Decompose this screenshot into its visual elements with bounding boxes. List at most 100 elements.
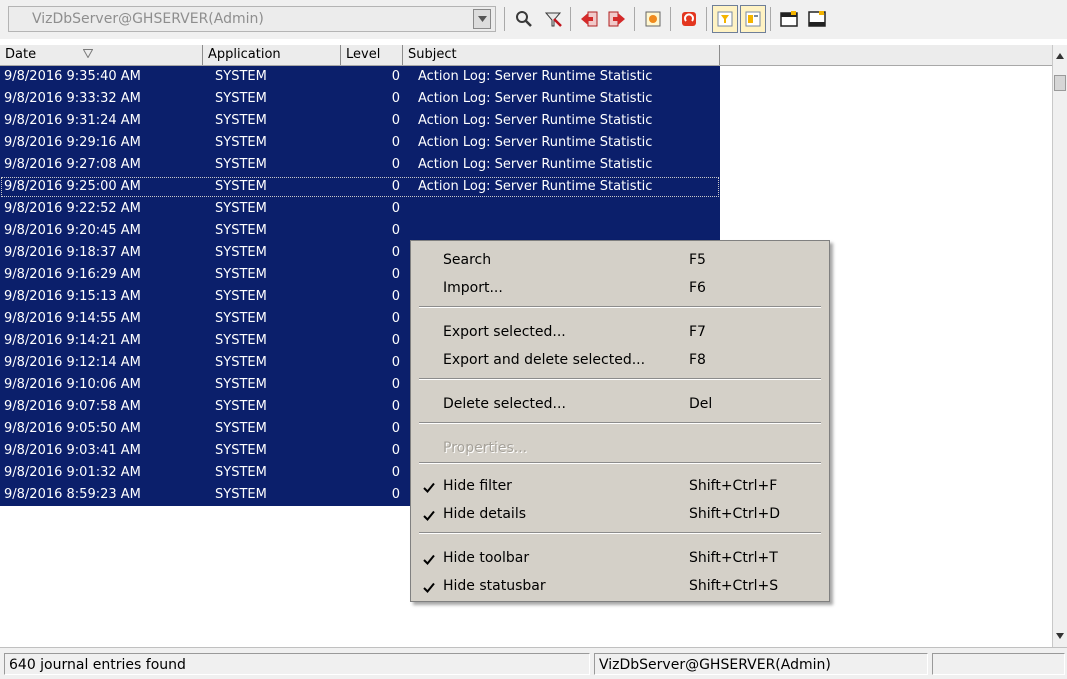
menu-item-hide-details[interactable]: Hide details Shift+Ctrl+D: [411, 499, 829, 531]
menu-separator: [419, 378, 821, 380]
cell-level: 0: [391, 289, 400, 304]
column-header-subject-label: Subject: [408, 47, 457, 62]
cell-subject: Action Log: Server Runtime Statistic: [418, 91, 653, 106]
delete-icon[interactable]: [676, 5, 702, 33]
menu-item-hide-statusbar[interactable]: Hide statusbar Shift+Ctrl+S: [411, 571, 829, 603]
checkmark-icon: [423, 582, 435, 593]
toolbar-toggle-icon[interactable]: [776, 5, 802, 33]
cell-date: 9/8/2016 9:31:24 AM: [4, 113, 141, 128]
cell-date: 9/8/2016 9:05:50 AM: [4, 421, 141, 436]
menu-item-shortcut: F5: [689, 252, 706, 268]
cell-level: 0: [391, 179, 400, 194]
table-row[interactable]: 9/8/2016 9:35:40 AM SYSTEM 0 Action Log: Se…: [0, 66, 720, 88]
cell-subject: Action Log: Server Runtime Statistic: [418, 135, 653, 150]
filter-clear-icon[interactable]: [540, 5, 566, 33]
scroll-down-icon[interactable]: [1055, 631, 1065, 641]
cell-date: 9/8/2016 9:14:21 AM: [4, 333, 141, 348]
cell-application: SYSTEM: [215, 201, 267, 216]
table-row[interactable]: 9/8/2016 9:25:00 AM SYSTEM 0 Action Log: Se…: [0, 176, 720, 198]
cell-application: SYSTEM: [215, 311, 267, 326]
menu-item-shortcut: F7: [689, 324, 706, 340]
menu-item-delete-selected[interactable]: Delete selected... Del: [411, 389, 829, 421]
menu-item-label: Hide filter: [443, 478, 512, 494]
cell-date: 9/8/2016 9:03:41 AM: [4, 443, 141, 458]
cell-level: 0: [391, 135, 400, 150]
cell-date: 9/8/2016 9:12:14 AM: [4, 355, 141, 370]
menu-item-shortcut: F8: [689, 352, 706, 368]
cell-date: 9/8/2016 9:18:37 AM: [4, 245, 141, 260]
cell-date: 9/8/2016 9:22:52 AM: [4, 201, 141, 216]
hide-filter-icon[interactable]: [712, 5, 738, 33]
table-row[interactable]: 9/8/2016 9:20:45 AM SYSTEM 0: [0, 220, 720, 242]
menu-item-label: Export and delete selected...: [443, 352, 646, 368]
cell-level: 0: [391, 245, 400, 260]
connection-combo[interactable]: VizDbServer@GHSERVER(Admin): [8, 6, 496, 32]
cell-date: 9/8/2016 9:01:32 AM: [4, 465, 141, 480]
menu-item-import[interactable]: Import... F6: [411, 273, 829, 305]
menu-item-export-delete-selected[interactable]: Export and delete selected... F8: [411, 345, 829, 377]
cell-date: 9/8/2016 9:35:40 AM: [4, 69, 141, 84]
import-icon[interactable]: [576, 5, 602, 33]
cell-level: 0: [391, 267, 400, 282]
cell-application: SYSTEM: [215, 245, 267, 260]
cell-level: 0: [391, 201, 400, 216]
column-header-subject[interactable]: Subject: [403, 45, 720, 65]
toolbar-separator: [570, 7, 571, 31]
toolbar: VizDbServer@GHSERVER(Admin): [0, 0, 1067, 39]
cell-application: SYSTEM: [215, 487, 267, 502]
cell-level: 0: [391, 421, 400, 436]
dropdown-arrow-icon[interactable]: [473, 9, 491, 29]
properties-icon[interactable]: [640, 5, 666, 33]
table-row[interactable]: 9/8/2016 9:27:08 AM SYSTEM 0 Action Log: Se…: [0, 154, 720, 176]
menu-item-label: Hide toolbar: [443, 550, 530, 566]
cell-subject: Action Log: Server Runtime Statistic: [418, 69, 653, 84]
column-header-application[interactable]: Application: [203, 45, 341, 65]
table-row[interactable]: 9/8/2016 9:33:32 AM SYSTEM 0 Action Log: Se…: [0, 88, 720, 110]
hide-details-icon[interactable]: [740, 5, 766, 33]
cell-subject: Action Log: Server Runtime Statistic: [418, 113, 653, 128]
cell-level: 0: [391, 333, 400, 348]
status-extra-panel: [932, 653, 1065, 675]
menu-item-shortcut: Shift+Ctrl+F: [689, 478, 778, 494]
column-header-date[interactable]: Date: [0, 45, 203, 65]
cell-level: 0: [391, 69, 400, 84]
menu-item-label: Hide details: [443, 506, 527, 522]
toolbar-separator: [634, 7, 635, 31]
column-header-level[interactable]: Level: [341, 45, 403, 65]
cell-level: 0: [391, 399, 400, 414]
menu-item-label: Import...: [443, 280, 503, 296]
toolbar-separator: [706, 7, 707, 31]
menu-separator: [419, 306, 821, 308]
statusbar: 640 journal entries found VizDbServer@GH…: [0, 647, 1067, 679]
export-icon[interactable]: [604, 5, 630, 33]
grid-header: Date Application Level Subject: [0, 45, 1052, 66]
cell-date: 9/8/2016 9:14:55 AM: [4, 311, 141, 326]
menu-item-shortcut: F6: [689, 280, 706, 296]
cell-level: 0: [391, 113, 400, 128]
connection-combo-value: VizDbServer@GHSERVER(Admin): [32, 11, 264, 27]
table-row[interactable]: 9/8/2016 9:31:24 AM SYSTEM 0 Action Log: Se…: [0, 110, 720, 132]
toolbar-separator: [504, 7, 505, 31]
status-entry-count: 640 journal entries found: [4, 653, 590, 675]
scroll-up-icon[interactable]: [1055, 51, 1065, 61]
scrollbar-thumb[interactable]: [1054, 75, 1066, 91]
cell-level: 0: [391, 157, 400, 172]
menu-item-label: Search: [443, 252, 492, 268]
cell-application: SYSTEM: [215, 223, 267, 238]
search-icon[interactable]: [511, 5, 537, 33]
cell-level: 0: [391, 465, 400, 480]
checkmark-icon: [423, 554, 435, 565]
table-row[interactable]: 9/8/2016 9:22:52 AM SYSTEM 0: [0, 198, 720, 220]
menu-item-shortcut: Shift+Ctrl+S: [689, 578, 779, 594]
vertical-scrollbar[interactable]: [1052, 45, 1067, 647]
cell-date: 9/8/2016 9:10:06 AM: [4, 377, 141, 392]
sort-descending-icon: [83, 49, 93, 58]
menu-item-shortcut: Shift+Ctrl+T: [689, 550, 778, 566]
menu-item-label: Export selected...: [443, 324, 566, 340]
cell-date: 9/8/2016 9:29:16 AM: [4, 135, 141, 150]
cell-level: 0: [391, 443, 400, 458]
checkmark-icon: [423, 510, 435, 521]
table-row[interactable]: 9/8/2016 9:29:16 AM SYSTEM 0 Action Log: Se…: [0, 132, 720, 154]
menu-separator: [419, 422, 821, 424]
statusbar-toggle-icon[interactable]: [804, 5, 830, 33]
